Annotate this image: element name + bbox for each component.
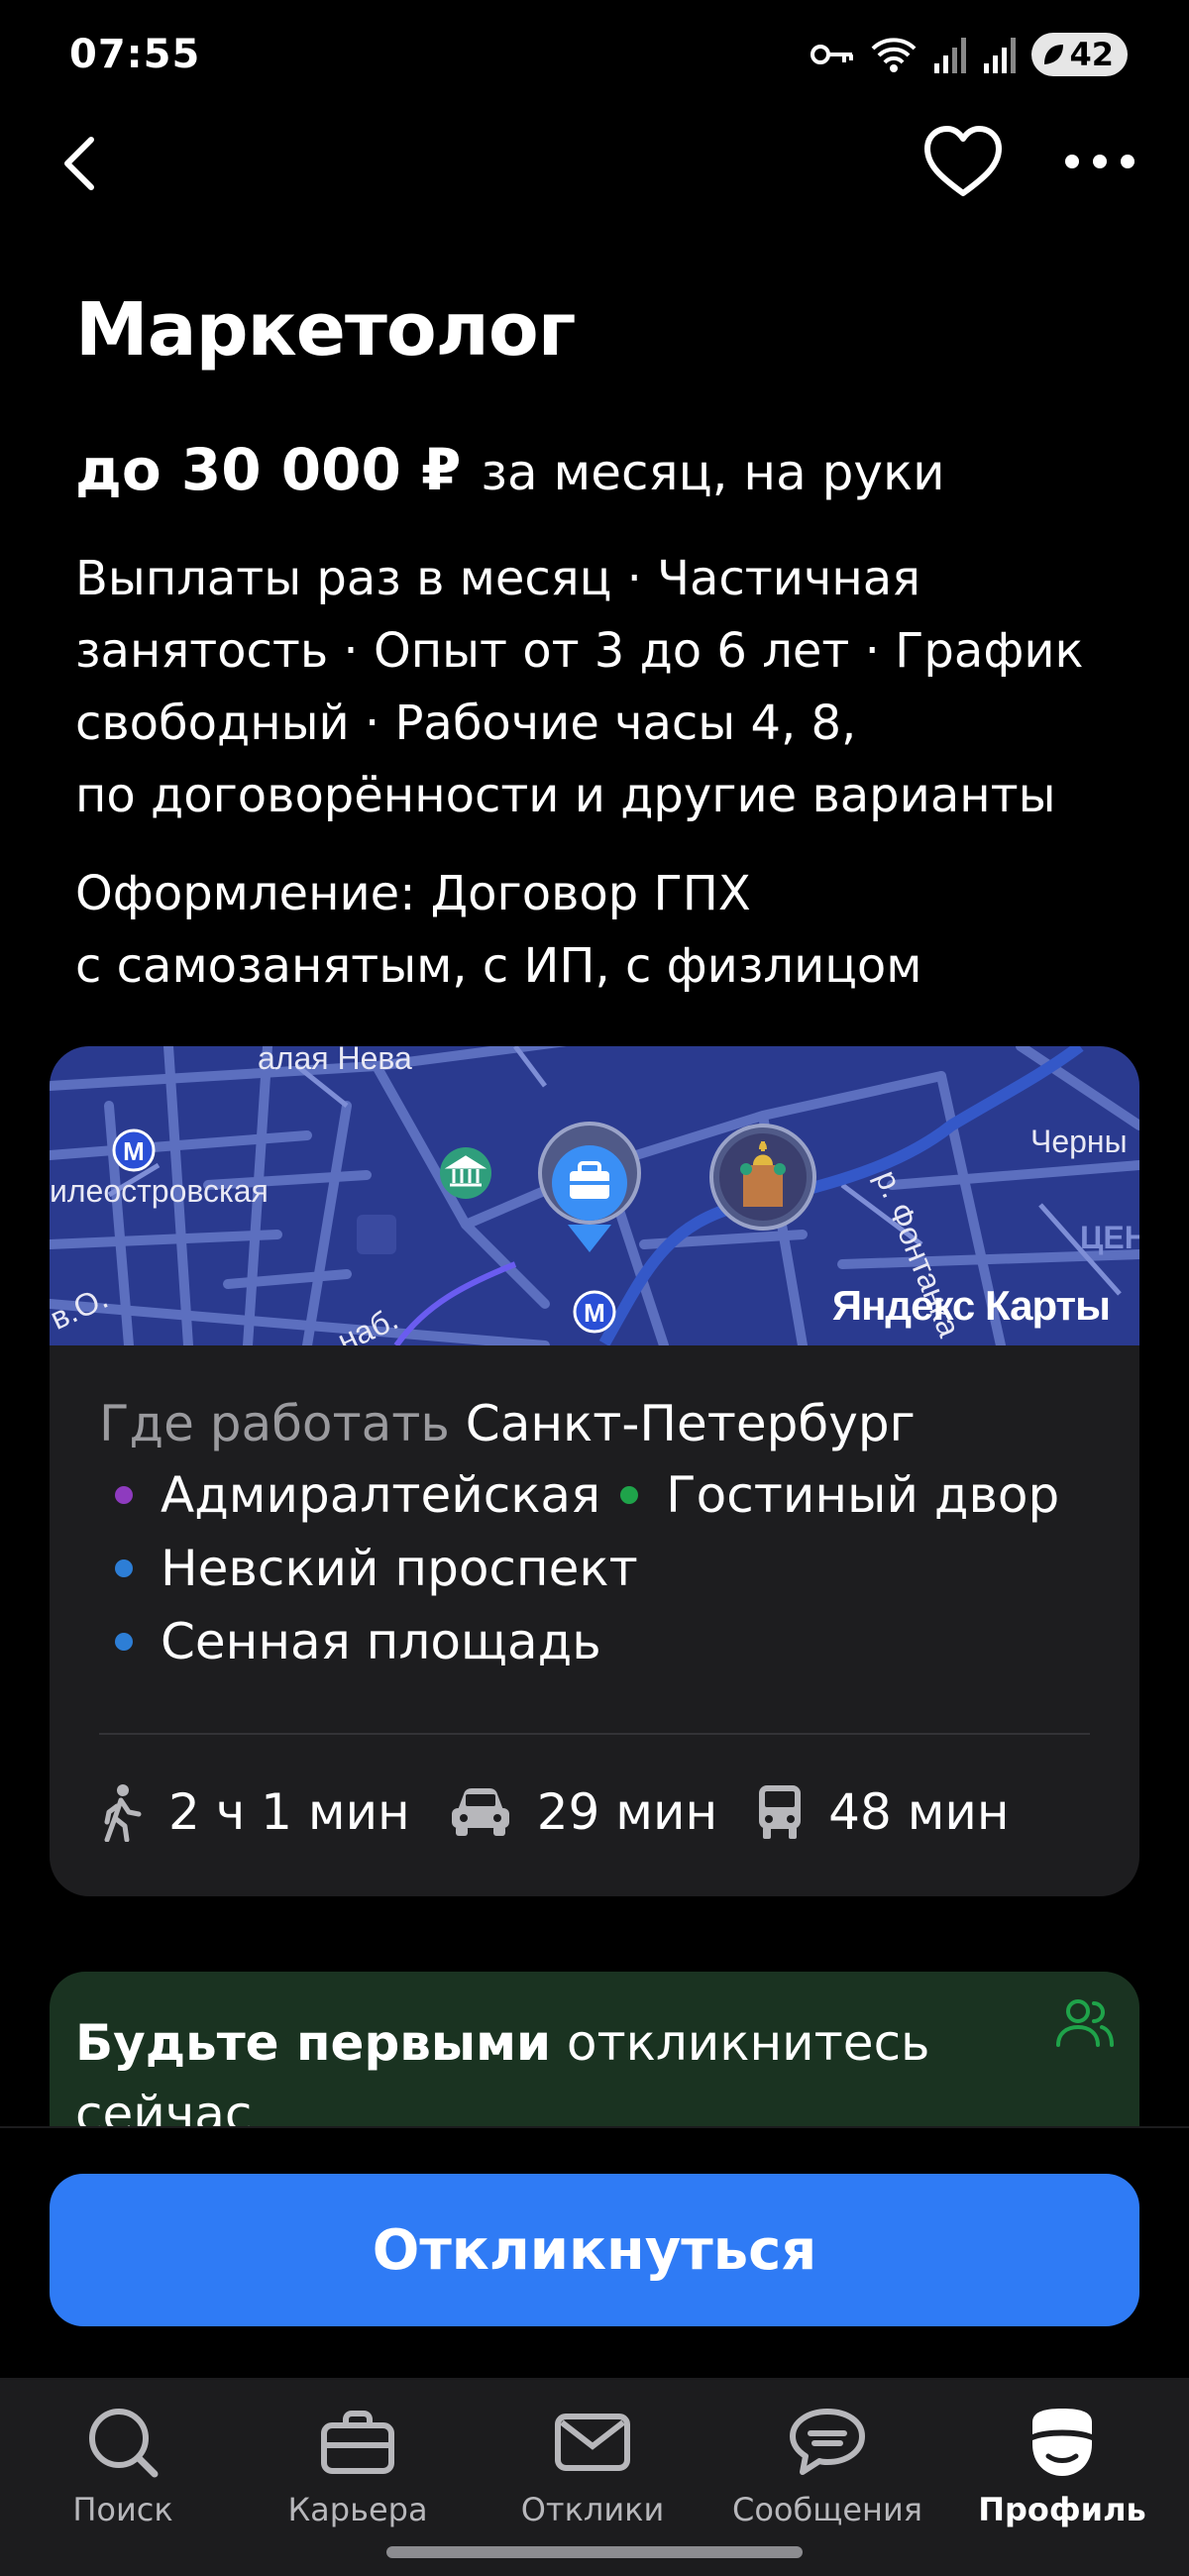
search-icon [85, 2400, 161, 2485]
conditions-line: Выплаты раз в месяц · Частичная [75, 551, 920, 606]
more-options-button[interactable] [1065, 139, 1135, 184]
work-location-city: Санкт-Петербург [465, 1395, 916, 1452]
map-label-station: илеостровская [50, 1173, 269, 1209]
travel-transit-time: 48 мин [828, 1783, 1010, 1841]
battery-indicator: 42 [1031, 33, 1128, 76]
tab-label: Сообщения [731, 2491, 923, 2528]
key-icon [811, 45, 854, 64]
status-icons: 42 [810, 30, 1128, 79]
travel-walk-time: 2 ч 1 мин [168, 1783, 410, 1841]
tab-career[interactable]: Карьера [239, 2378, 477, 2536]
metro-dot-icon [115, 1486, 133, 1504]
battery-level: 42 [1069, 36, 1114, 73]
metro-station: Невский проспект [161, 1540, 638, 1597]
location-card: M M алая Нева илеостровская Черны р. Фон… [50, 1046, 1139, 1896]
status-bar: 07:55 42 [0, 0, 1189, 111]
travel-car-time: 29 мин [536, 1783, 718, 1841]
chat-icon [789, 2400, 866, 2485]
registration-line: Оформление: Договор ГПХ [75, 866, 751, 921]
salary-amount: до 30 000 ₽ [75, 436, 462, 503]
car-icon [451, 1788, 509, 1836]
walk-icon [104, 1784, 142, 1842]
job-conditions: Выплаты раз в месяц · Частичная занятост… [75, 543, 1135, 832]
work-location: Где работать Санкт-Петербург [99, 1395, 916, 1452]
signal-icon [934, 38, 967, 73]
home-indicator[interactable] [386, 2546, 803, 2558]
wifi-icon [872, 38, 917, 72]
registration-line: с самозанятым, с ИП, с физлицом [75, 938, 922, 994]
promo-bold: Будьте первыми [75, 2014, 552, 2072]
travel-times: 2 ч 1 мин 29 мин 48 мин [99, 1777, 1049, 1847]
back-button[interactable] [59, 129, 119, 198]
work-location-label: Где работать [99, 1395, 450, 1452]
map-preview[interactable]: M M алая Нева илеостровская Черны р. Фон… [50, 1046, 1139, 1345]
more-dot-icon [1093, 155, 1107, 168]
metro-line-row: Сенная площадь [99, 1613, 601, 1670]
status-time: 07:55 [69, 32, 201, 77]
metro-dot-icon [115, 1633, 133, 1651]
tab-label: Профиль [978, 2491, 1146, 2528]
metro-dot-icon [620, 1486, 639, 1504]
signal-icon-2 [984, 38, 1017, 73]
conditions-line: по договорённости и другие варианты [75, 768, 1056, 823]
heart-icon [924, 126, 1002, 196]
svg-text:M: M [584, 1298, 605, 1328]
metro-line-row: Невский проспект [99, 1540, 638, 1597]
metro-icon: M [112, 1128, 156, 1172]
metro-station: Гостиный двор [666, 1466, 1060, 1524]
svg-text:M: M [123, 1136, 145, 1166]
conditions-line: свободный · Рабочие часы 4, 8, [75, 696, 857, 751]
tab-messages[interactable]: Сообщения [708, 2378, 946, 2536]
more-dot-icon [1121, 155, 1135, 168]
travel-walk: 2 ч 1 мин [99, 1782, 410, 1842]
tab-label: Карьера [287, 2491, 428, 2528]
map-label-cherny: Черны [1030, 1124, 1128, 1159]
bus-icon [759, 1785, 802, 1839]
travel-car: 29 мин [450, 1783, 717, 1841]
tab-label: Отклики [520, 2491, 665, 2528]
leaf-icon [1044, 45, 1064, 64]
travel-transit: 48 мин [757, 1783, 1010, 1841]
metro-dot-icon [115, 1559, 133, 1577]
conditions-line: занятость · Опыт от 3 до 6 лет · График [75, 623, 1084, 679]
tab-responses[interactable]: Отклики [474, 2378, 711, 2536]
salary: до 30 000 ₽ за месяц, на руки [75, 436, 945, 503]
job-registration: Оформление: Договор ГПХ с самозанятым, с… [75, 858, 1135, 1003]
tab-profile[interactable]: Профиль [943, 2378, 1181, 2536]
metro-station: Сенная площадь [161, 1613, 601, 1670]
respond-button[interactable]: Откликнуться [50, 2174, 1139, 2326]
metro-station: Адмиралтейская [161, 1466, 601, 1524]
more-dot-icon [1065, 155, 1079, 168]
promo-rest: откликнитесь [566, 2014, 930, 2072]
briefcase-icon [320, 2400, 395, 2485]
metro-icon: M [573, 1290, 616, 1334]
map-label-neva: алая Нева [258, 1046, 412, 1076]
museum-icon [440, 1147, 491, 1199]
job-title: Маркетолог [75, 287, 576, 373]
map-label-center: ЦЕН [1080, 1220, 1139, 1255]
chevron-left-icon [64, 137, 94, 190]
yandex-maps-logo: Яндекс Карты [831, 1282, 1111, 1329]
people-icon [1056, 1999, 1114, 2047]
divider [99, 1733, 1090, 1735]
salary-note: за месяц, на руки [481, 444, 945, 501]
tab-label: Поиск [72, 2491, 173, 2528]
profile-icon [1025, 2400, 1100, 2485]
landmark-icon [709, 1124, 816, 1231]
envelope-icon [554, 2400, 631, 2485]
metro-line-row: Адмиралтейская Гостиный двор [99, 1466, 1059, 1524]
tab-search[interactable]: Поиск [4, 2378, 242, 2536]
favorite-button[interactable] [921, 124, 1005, 199]
